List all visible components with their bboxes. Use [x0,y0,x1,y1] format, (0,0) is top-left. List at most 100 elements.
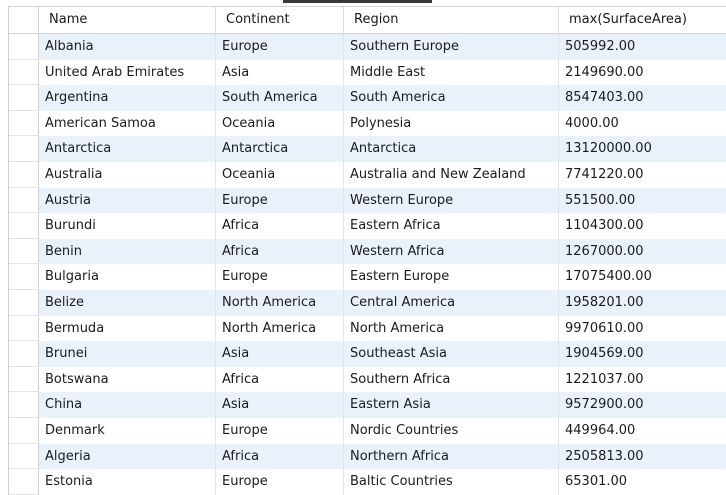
cell-continent[interactable]: Europe [216,417,344,444]
cell-continent[interactable]: Africa [216,213,344,239]
row-header-cell[interactable] [9,417,39,444]
table-row[interactable]: Antarctica Antarctica Antarctica 13120000.0… [9,136,726,162]
cell-name[interactable]: Burundi [39,213,216,239]
cell-name[interactable]: Denmark [39,417,216,444]
cell-continent[interactable]: Africa [216,366,344,393]
cell-name[interactable]: Algeria [39,443,216,470]
row-header-cell[interactable] [9,392,39,418]
cell-region[interactable]: Baltic Countries [344,469,559,495]
table-row[interactable]: United Arab Emirates Asia Middle East 21496… [9,59,726,86]
cell-continent[interactable]: Africa [216,238,344,265]
row-header-cell[interactable] [9,289,39,316]
cell-region[interactable]: Eastern Asia [344,392,559,418]
table-row[interactable]: Austria Europe Western Europe 551500.00 [9,187,726,214]
cell-max-surface-area[interactable]: 13120000.00 [559,136,726,162]
column-header-continent[interactable]: Continent [216,7,344,33]
cell-region[interactable]: Western Europe [344,187,559,214]
cell-name[interactable]: Botswana [39,366,216,393]
table-row[interactable]: Denmark Europe Nordic Countries 449964.00 [9,417,726,444]
table-row[interactable]: Belize North America Central America 195820… [9,289,726,316]
cell-region[interactable]: Southeast Asia [344,341,559,367]
cell-max-surface-area[interactable]: 449964.00 [559,417,726,444]
cell-max-surface-area[interactable]: 1221037.00 [559,366,726,393]
table-row[interactable]: American Samoa Oceania Polynesia 4000.00 [9,110,726,137]
row-header-cell[interactable] [9,443,39,470]
cell-continent[interactable]: Africa [216,443,344,470]
cell-region[interactable]: Antarctica [344,136,559,162]
cell-region[interactable]: South America [344,85,559,111]
cell-region[interactable]: Nordic Countries [344,417,559,444]
column-header-region[interactable]: Region [344,7,559,33]
cell-continent[interactable]: Europe [216,469,344,495]
cell-continent[interactable]: North America [216,315,344,342]
table-row[interactable]: Brunei Asia Southeast Asia 1904569.00 [9,341,726,367]
cell-max-surface-area[interactable]: 17075400.00 [559,264,726,290]
cell-max-surface-area[interactable]: 7741220.00 [559,161,726,188]
cell-max-surface-area[interactable]: 1104300.00 [559,213,726,239]
cell-name[interactable]: Antarctica [39,136,216,162]
cell-max-surface-area[interactable]: 4000.00 [559,110,726,137]
cell-region[interactable]: Northern Africa [344,443,559,470]
cell-name[interactable]: Austria [39,187,216,214]
cell-name[interactable]: American Samoa [39,110,216,137]
row-header-cell[interactable] [9,136,39,162]
cell-continent[interactable]: Asia [216,341,344,367]
cell-name[interactable]: Estonia [39,469,216,495]
cell-region[interactable]: North America [344,315,559,342]
table-row[interactable]: Bulgaria Europe Eastern Europe 17075400.00 [9,264,726,290]
row-header-cell[interactable] [9,34,39,60]
table-row[interactable]: Argentina South America South America 85474… [9,85,726,111]
cell-region[interactable]: Southern Africa [344,366,559,393]
table-row[interactable]: Botswana Africa Southern Africa 1221037.00 [9,366,726,393]
cell-region[interactable]: Southern Europe [344,34,559,60]
cell-max-surface-area[interactable]: 8547403.00 [559,85,726,111]
table-row[interactable]: Bermuda North America North America 9970610… [9,315,726,342]
cell-region[interactable]: Eastern Europe [344,264,559,290]
cell-continent[interactable]: Oceania [216,161,344,188]
cell-name[interactable]: Bulgaria [39,264,216,290]
cell-name[interactable]: Belize [39,289,216,316]
cell-continent[interactable]: North America [216,289,344,316]
table-row[interactable]: China Asia Eastern Asia 9572900.00 [9,392,726,418]
cell-region[interactable]: Polynesia [344,110,559,137]
cell-region[interactable]: Western Africa [344,238,559,265]
cell-name[interactable]: Benin [39,238,216,265]
cell-continent[interactable]: Europe [216,34,344,60]
cell-max-surface-area[interactable]: 2505813.00 [559,443,726,470]
table-row[interactable]: Burundi Africa Eastern Africa 1104300.00 [9,213,726,239]
result-grid[interactable]: Name Continent Region max(SurfaceArea) A… [8,6,726,495]
row-header-cell[interactable] [9,341,39,367]
cell-max-surface-area[interactable]: 9970610.00 [559,315,726,342]
row-header-cell[interactable] [9,469,39,495]
cell-max-surface-area[interactable]: 1958201.00 [559,289,726,316]
cell-name[interactable]: Argentina [39,85,216,111]
cell-continent[interactable]: Europe [216,264,344,290]
row-header-cell[interactable] [9,366,39,393]
cell-region[interactable]: Australia and New Zealand [344,161,559,188]
row-header-cell[interactable] [9,59,39,86]
table-row[interactable]: Australia Oceania Australia and New Zealan… [9,161,726,188]
table-row[interactable]: Estonia Europe Baltic Countries 65301.00 [9,469,726,495]
cell-name[interactable]: Albania [39,34,216,60]
table-row[interactable]: Algeria Africa Northern Africa 2505813.00 [9,443,726,470]
table-row[interactable]: Albania Europe Southern Europe 505992.00 [9,34,726,60]
cell-region[interactable]: Middle East [344,59,559,86]
cell-max-surface-area[interactable]: 2149690.00 [559,59,726,86]
row-header-cell[interactable] [9,264,39,290]
row-header-cell[interactable] [9,213,39,239]
cell-continent[interactable]: Europe [216,187,344,214]
row-header-corner[interactable] [9,7,39,33]
row-header-cell[interactable] [9,161,39,188]
row-header-cell[interactable] [9,315,39,342]
cell-name[interactable]: United Arab Emirates [39,59,216,86]
row-header-cell[interactable] [9,187,39,214]
cell-region[interactable]: Eastern Africa [344,213,559,239]
cell-name[interactable]: China [39,392,216,418]
cell-continent[interactable]: Asia [216,59,344,86]
cell-max-surface-area[interactable]: 65301.00 [559,469,726,495]
column-header-max-surface-area[interactable]: max(SurfaceArea) [559,7,726,33]
cell-continent[interactable]: South America [216,85,344,111]
cell-max-surface-area[interactable]: 551500.00 [559,187,726,214]
cell-continent[interactable]: Oceania [216,110,344,137]
row-header-cell[interactable] [9,238,39,265]
